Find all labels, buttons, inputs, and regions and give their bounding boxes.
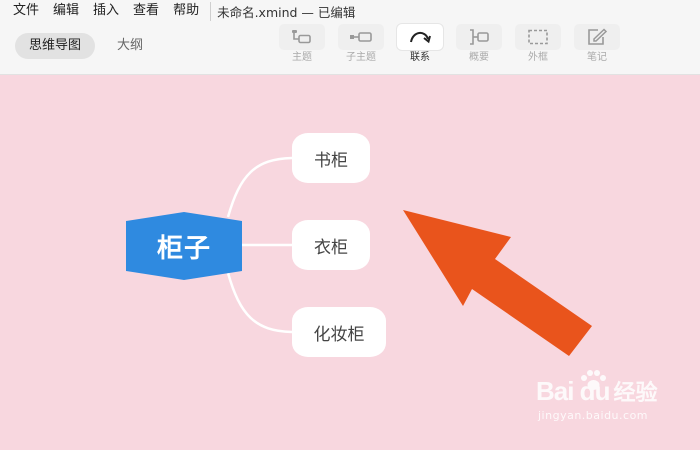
subtopic-icon [350, 32, 372, 42]
menu-file[interactable]: 文件 [0, 0, 46, 22]
note-label: 笔记 [587, 52, 607, 63]
paw-logo-icon [581, 370, 606, 390]
watermark-product: 经验 [613, 381, 658, 406]
relationship-button[interactable]: 联系 [397, 24, 443, 64]
menu-bar: 文件 编辑 插入 查看 帮助 未命名.xmind — 已编辑 [0, 0, 700, 22]
note-button[interactable]: 笔记 [574, 24, 620, 64]
toolbar: 思维导图 大纲 主题 子主题 联系 概要 外框 笔记 [0, 22, 700, 75]
menu-edit[interactable]: 编辑 [46, 0, 86, 22]
watermark-url: jingyan.baidu.com [538, 409, 649, 422]
subtopic-label: 子主题 [346, 52, 376, 63]
summary-label: 概要 [469, 52, 489, 63]
tab-outline[interactable]: 大纲 [103, 33, 157, 59]
topic-button[interactable]: 主题 [279, 24, 325, 64]
topic-icon [292, 30, 311, 44]
boundary-dashed-icon [528, 29, 548, 45]
subtopic-button[interactable]: 子主题 [338, 24, 384, 64]
menu-help[interactable]: 帮助 [166, 0, 206, 22]
summary-brace-icon [470, 29, 489, 45]
topic-label: 主题 [292, 52, 312, 63]
relationship-curve-icon [410, 32, 431, 44]
menu-insert[interactable]: 插入 [86, 0, 126, 22]
boundary-button[interactable]: 外框 [515, 24, 561, 64]
menu-view[interactable]: 查看 [126, 0, 166, 22]
watermark: Bai du 经验 jingyan.baidu.com [536, 370, 658, 422]
boundary-label: 外框 [528, 52, 548, 63]
tab-mindmap[interactable]: 思维导图 [15, 33, 96, 59]
note-pencil-icon [588, 28, 608, 45]
relationship-label: 联系 [410, 52, 430, 63]
summary-button[interactable]: 概要 [456, 24, 502, 64]
document-title: 未命名.xmind — 已编辑 [210, 1, 355, 21]
